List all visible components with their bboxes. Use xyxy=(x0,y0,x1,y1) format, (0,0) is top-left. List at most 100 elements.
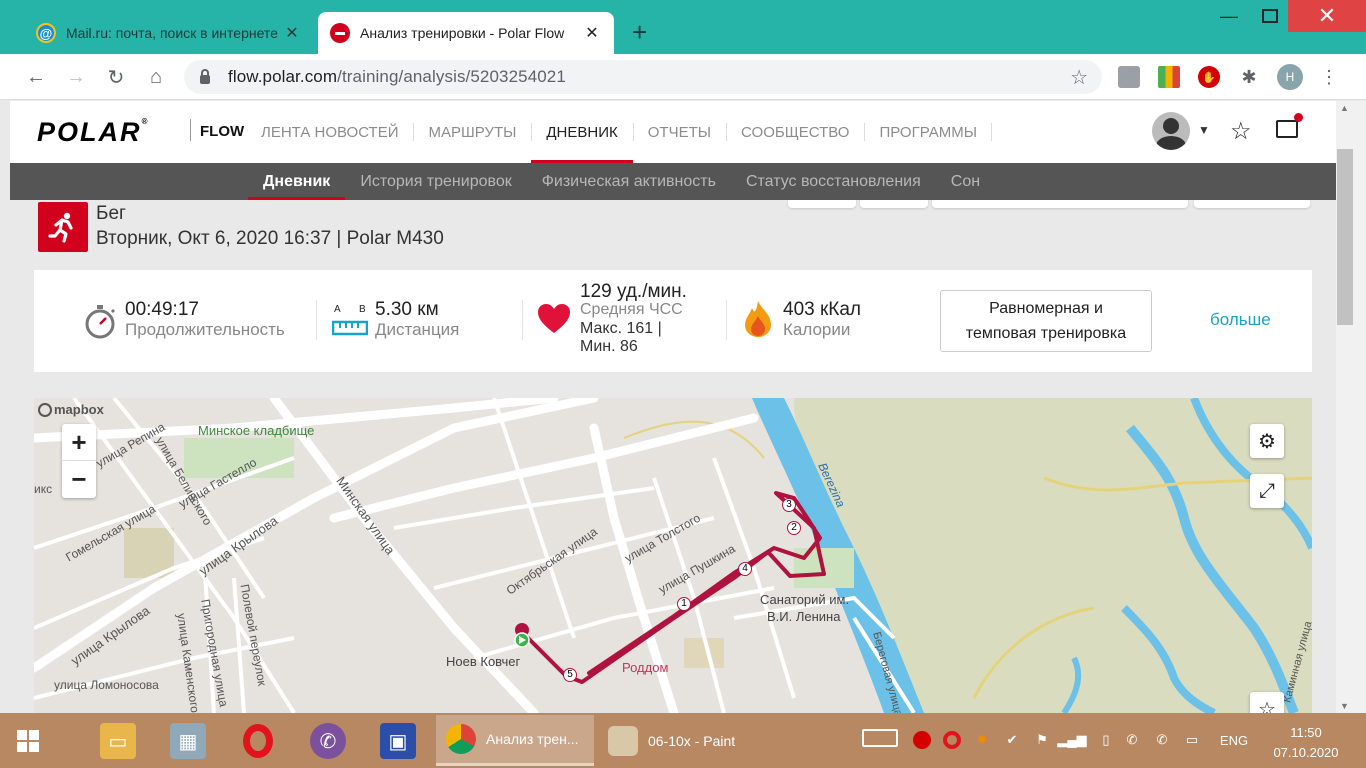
back-button[interactable]: ← xyxy=(22,63,50,91)
adblock-icon[interactable]: ✋ xyxy=(1198,66,1220,88)
toolbar-button[interactable] xyxy=(932,200,1188,208)
training-type-button[interactable]: Равномерная и темповая тренировка xyxy=(940,290,1152,352)
viber-icon[interactable]: ✆ xyxy=(310,723,346,759)
file-explorer-icon[interactable]: ▭ xyxy=(100,723,136,759)
language-indicator[interactable]: ENG xyxy=(1214,729,1254,751)
hr-max: Макс. 161 | xyxy=(580,320,662,337)
tray-app-icon[interactable]: ✔ xyxy=(1000,729,1024,751)
address-bar[interactable]: flow.polar.com/training/analysis/5203254… xyxy=(184,60,1102,94)
browser-tab-strip: @ Mail.ru: почта, поиск в интернете ✕ Ан… xyxy=(0,0,1366,54)
route-map[interactable]: 1 2 3 4 5 Минское кладбище улица Гастелл… xyxy=(34,398,1312,713)
system-clock[interactable]: 11:50 07.10.2020 xyxy=(1264,723,1348,763)
user-avatar[interactable] xyxy=(1152,112,1190,150)
profile-avatar[interactable]: Н xyxy=(1277,64,1303,90)
mailru-icon: @ xyxy=(36,23,56,43)
viber-tray-icon[interactable]: ✆ xyxy=(1150,729,1174,751)
distance-point-b: B xyxy=(359,304,366,315)
calories-stat: 403 кКал Калории xyxy=(744,270,914,372)
extension-icon[interactable] xyxy=(1118,66,1140,88)
favorites-star-icon[interactable]: ☆ xyxy=(1230,117,1252,146)
toolbar-button[interactable] xyxy=(1194,200,1310,208)
km-marker[interactable]: 4 xyxy=(738,562,752,576)
messages-icon[interactable] xyxy=(1276,113,1303,138)
map-label: икс xyxy=(34,482,53,496)
calories-label: Калории xyxy=(783,320,851,339)
tab-polar-flow[interactable]: Анализ тренировки - Polar Flow ✕ xyxy=(318,12,614,54)
km-marker[interactable]: 5 xyxy=(563,668,577,682)
sub-nav-item-active[interactable]: Дневник xyxy=(248,163,346,200)
minimize-button[interactable]: — xyxy=(1206,0,1252,32)
hr-min: Мин. 86 xyxy=(580,338,638,355)
distance-value: 5.30 км xyxy=(375,299,439,320)
sub-nav-item[interactable]: Сон xyxy=(936,163,995,200)
bookmark-star-icon[interactable]: ☆ xyxy=(1070,65,1088,90)
page-content: Бег Вторник, Окт 6, 2020 16:37 | Polar M… xyxy=(10,200,1336,713)
new-tab-button[interactable]: + xyxy=(632,18,647,46)
scrollbar-thumb[interactable] xyxy=(1337,149,1353,325)
zoom-out-button[interactable]: − xyxy=(62,461,96,498)
close-icon[interactable]: ✕ xyxy=(582,23,602,43)
km-marker[interactable]: 3 xyxy=(782,498,796,512)
scroll-down-icon[interactable]: ▼ xyxy=(1340,701,1349,711)
polar-logo[interactable]: POLAR® xyxy=(37,117,149,148)
main-nav-item[interactable]: ЛЕНТА НОВОСТЕЙ xyxy=(246,101,413,163)
training-type-line: Равномерная и xyxy=(989,300,1103,317)
battery-icon[interactable]: ▯ xyxy=(1094,729,1118,751)
map-settings-button[interactable]: ⚙ xyxy=(1250,424,1284,458)
tab-mailru[interactable]: @ Mail.ru: почта, поиск в интернете ✕ xyxy=(24,12,314,54)
save-disk-icon[interactable]: ▣ xyxy=(380,723,416,759)
maximize-button[interactable] xyxy=(1252,0,1288,32)
home-button[interactable]: ⌂ xyxy=(142,63,170,91)
main-nav-item[interactable]: ПРОГРАММЫ xyxy=(864,101,992,163)
main-nav: ЛЕНТА НОВОСТЕЙ МАРШРУТЫ ДНЕВНИК ОТЧЕТЫ С… xyxy=(246,101,992,163)
km-marker[interactable]: 2 xyxy=(787,521,801,535)
flow-label: FLOW xyxy=(200,123,245,140)
zoom-in-button[interactable]: + xyxy=(62,424,96,461)
divider xyxy=(316,300,317,340)
window-close-button[interactable]: ✕ xyxy=(1288,0,1366,32)
start-button[interactable] xyxy=(0,713,56,768)
network-signal-icon[interactable]: ▂▄▆ xyxy=(1057,729,1086,751)
chevron-down-icon[interactable]: ▼ xyxy=(1198,123,1210,137)
training-summary: 00:49:17 Продолжительность A B 5.30 км Д… xyxy=(34,270,1312,372)
heart-icon xyxy=(538,304,570,333)
maximize-icon xyxy=(1262,9,1278,23)
flag-icon[interactable]: ⚑ xyxy=(1030,729,1054,751)
taskbar-app-chrome[interactable]: Анализ трен... xyxy=(436,715,594,766)
page-scrollbar[interactable]: ▲ ▼ xyxy=(1336,101,1366,713)
sub-nav-item[interactable]: Физическая активность xyxy=(527,163,731,200)
main-nav-item[interactable]: СООБЩЕСТВО xyxy=(726,101,864,163)
opera-icon[interactable] xyxy=(240,723,276,759)
extension-icon[interactable] xyxy=(1158,66,1180,88)
toolbar-button[interactable] xyxy=(860,200,928,208)
session-datetime: Вторник, Окт 6, 2020 16:37 | Polar M430 xyxy=(96,228,444,249)
map-star-button[interactable]: ☆ xyxy=(1250,692,1284,713)
taskbar: ▭ ▦ ✆ ▣ Анализ трен... 06-10x - Paint ✸ … xyxy=(0,713,1366,768)
tray-stop-icon[interactable] xyxy=(910,729,934,751)
display-icon[interactable]: ▭ xyxy=(1180,729,1204,751)
main-nav-item[interactable]: ОТЧЕТЫ xyxy=(632,101,726,163)
keyboard-icon[interactable] xyxy=(862,729,898,747)
tray-app-icon[interactable]: ✸ xyxy=(970,729,994,751)
reload-button[interactable]: ↻ xyxy=(102,63,130,91)
calculator-icon[interactable]: ▦ xyxy=(170,723,206,759)
hr-avg-value: 129 уд./мин. xyxy=(580,281,687,302)
forward-button[interactable]: → xyxy=(62,63,90,91)
taskbar-app-paint[interactable]: 06-10x - Paint xyxy=(598,715,756,766)
polar-icon xyxy=(330,23,350,43)
browser-menu-icon[interactable]: ⋮ xyxy=(1318,66,1340,88)
opera-tray-icon[interactable] xyxy=(940,729,964,751)
close-icon[interactable]: ✕ xyxy=(282,23,302,43)
km-marker[interactable]: 1 xyxy=(677,597,691,611)
fullscreen-button[interactable]: ⤢ xyxy=(1250,474,1284,508)
puzzle-extensions-icon[interactable]: ✱ xyxy=(1238,66,1260,88)
sub-nav-item[interactable]: Статус восстановления xyxy=(731,163,936,200)
main-nav-item[interactable]: МАРШРУТЫ xyxy=(413,101,531,163)
more-link[interactable]: больше xyxy=(1210,310,1271,330)
scroll-up-icon[interactable]: ▲ xyxy=(1340,103,1349,113)
toolbar-button[interactable] xyxy=(788,200,856,208)
main-nav-item-active[interactable]: ДНЕВНИК xyxy=(531,101,634,163)
divider xyxy=(190,119,191,141)
sub-nav-item[interactable]: История тренировок xyxy=(345,163,526,200)
viber-tray-icon[interactable]: ✆ xyxy=(1120,729,1144,751)
